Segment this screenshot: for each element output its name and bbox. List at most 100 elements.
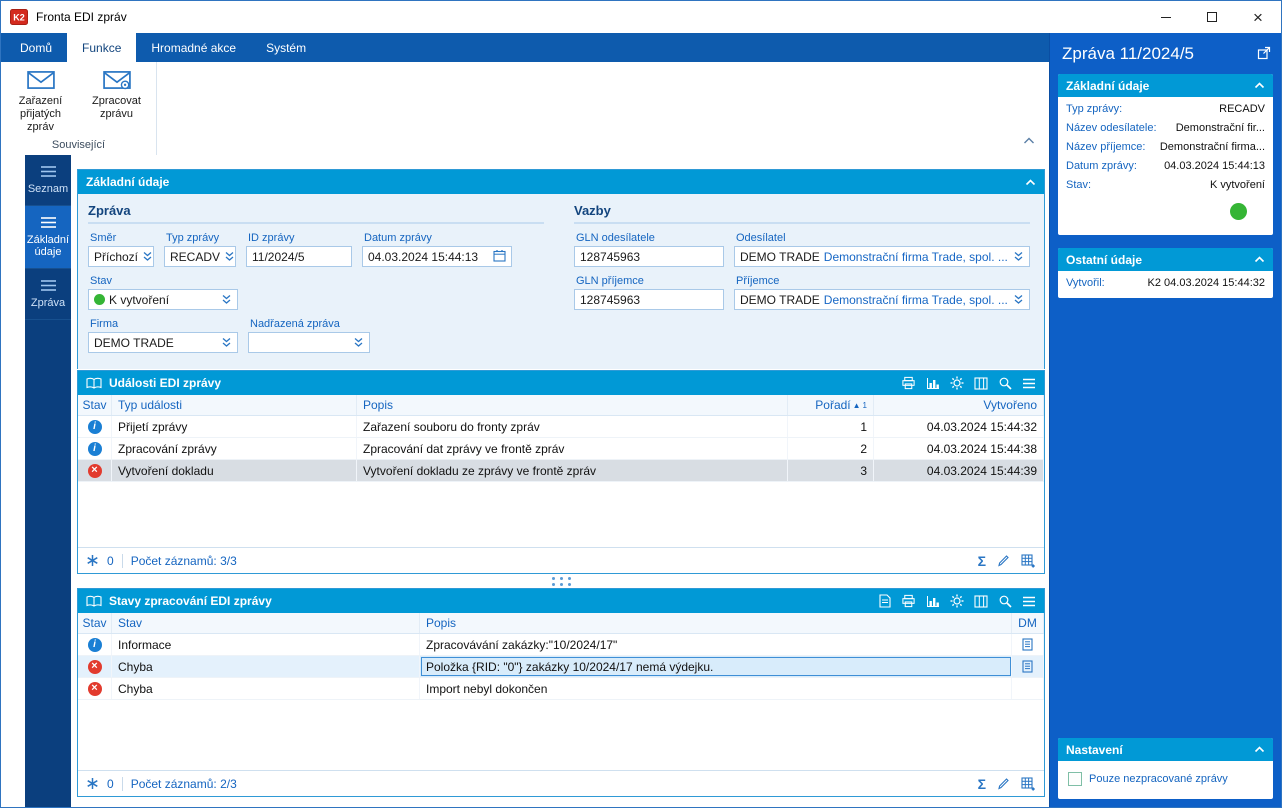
table-add-icon[interactable] [1021, 776, 1036, 791]
event-row-2[interactable]: i Zpracování zprávy Zpracování dat zpráv… [78, 438, 1044, 460]
column-header-poradi[interactable]: Pořadí ▲ 1 [788, 395, 874, 415]
collapse-basic-card-button[interactable] [1254, 82, 1265, 89]
events-empty-area [78, 482, 1044, 547]
column-header-stav[interactable]: Stav [78, 395, 112, 415]
datum-zpravy-input[interactable]: 04.03.2024 15:44:13 [362, 246, 512, 267]
app-icon: K2 [10, 9, 28, 25]
collapse-other-card-button[interactable] [1254, 256, 1265, 263]
odesilatel-combo[interactable]: DEMO TRADE Demonstrační firma Trade, spo… [734, 246, 1030, 267]
collapse-basic-panel-button[interactable] [1025, 178, 1036, 186]
states-footer: 0 Počet záznamů: 2/3 Σ [78, 770, 1044, 796]
nadrazena-zprava-combo[interactable] [248, 332, 370, 353]
edit-icon[interactable] [997, 777, 1010, 790]
zpracovat-zpravu-button[interactable]: Zpracovat zprávu [82, 65, 152, 137]
error-icon: × [87, 681, 102, 696]
tab-domu[interactable]: Domů [5, 33, 67, 62]
gln-odesilatele-input[interactable] [574, 246, 724, 267]
field-id-zpravy: ID zprávy [246, 232, 352, 267]
prijemce-combo[interactable]: DEMO TRADE Demonstrační firma Trade, spo… [734, 289, 1030, 310]
id-zpravy-input[interactable] [246, 246, 352, 267]
prijemce-link[interactable]: Demonstrační firma Trade, spol. ... [824, 293, 1008, 307]
smer-combo[interactable]: Příchozí [88, 246, 154, 267]
error-icon: × [87, 659, 102, 674]
typ-zpravy-combo[interactable]: RECADV [164, 246, 236, 267]
state-row-2-selected[interactable]: × Chyba Položka {RID: "0"} zakázky 10/20… [78, 656, 1044, 678]
state-row-1[interactable]: i Informace Zpracovávání zakázky:"10/202… [78, 634, 1044, 656]
column-header-stav[interactable]: Stav [112, 613, 420, 633]
ribbon: Zařazení přijatých zpráv Zpracovat zpráv… [1, 62, 1049, 155]
tab-funkce[interactable]: Funkce [67, 33, 137, 62]
table-add-icon[interactable] [1021, 553, 1036, 568]
gear-icon[interactable] [950, 376, 964, 390]
detail-row: Stav: K vytvoření [1066, 179, 1265, 191]
gln-prijemce-input[interactable] [574, 289, 724, 310]
column-header-popis[interactable]: Popis [420, 613, 1012, 633]
column-header-popis[interactable]: Popis [357, 395, 788, 415]
field-firma: Firma DEMO TRADE [88, 318, 238, 353]
events-panel: Události EDI zprávy Stav Typ události Po… [77, 370, 1045, 574]
events-panel-header: Události EDI zprávy [78, 371, 1044, 395]
odesilatel-link[interactable]: Demonstrační firma Trade, spol. ... [824, 250, 1008, 264]
dropdown-icon [143, 252, 152, 261]
close-button[interactable]: × [1235, 1, 1281, 33]
basic-panel: Základní údaje Zpráva Směr Příchozí Typ … [77, 169, 1045, 369]
settings-card: Nastavení Pouze nezpracované zprávy [1058, 738, 1273, 799]
sidebar-gutter [1, 155, 25, 807]
document-icon[interactable] [1022, 638, 1033, 651]
states-empty-area [78, 700, 1044, 770]
collapse-ribbon-button[interactable] [1023, 134, 1035, 148]
chart-icon[interactable] [926, 595, 940, 608]
open-in-window-button[interactable] [1257, 46, 1271, 63]
calendar-icon[interactable] [493, 249, 506, 265]
sum-icon[interactable]: Σ [978, 777, 986, 791]
document-icon[interactable] [1022, 660, 1033, 673]
info-icon: i [87, 637, 102, 652]
column-header-typ-udalosti[interactable]: Typ události [112, 395, 357, 415]
columns-icon[interactable] [974, 376, 988, 390]
maximize-button[interactable] [1189, 1, 1235, 33]
minimize-button[interactable] [1143, 1, 1189, 33]
panel-splitter[interactable] [77, 574, 1045, 588]
tab-system[interactable]: Systém [251, 33, 321, 62]
search-settings-icon[interactable] [998, 594, 1012, 608]
columns-icon[interactable] [974, 594, 988, 608]
main-content: Základní údaje Zpráva Směr Příchozí Typ … [71, 155, 1049, 807]
search-settings-icon[interactable] [998, 376, 1012, 390]
field-nadrazena-zprava: Nadřazená zpráva [248, 318, 370, 353]
column-header-vytvoreno[interactable]: Vytvořeno [874, 395, 1044, 415]
stav-combo[interactable]: K vytvoření [88, 289, 238, 310]
sidebar-item-zakladni-udaje[interactable]: Základní údaje [25, 205, 71, 269]
print-icon[interactable] [901, 594, 916, 608]
zarazeni-prijatych-zprav-button[interactable]: Zařazení přijatých zpráv [6, 65, 76, 137]
detail-basic-card: Základní údaje Typ zprávy: RECADV Název o… [1058, 74, 1273, 235]
event-row-1[interactable]: i Přijetí zprávy Zařazení souboru do fro… [78, 416, 1044, 438]
print-icon[interactable] [901, 376, 916, 390]
asterisk-icon[interactable] [86, 554, 99, 567]
column-header-dm[interactable]: DM [1012, 613, 1044, 633]
detail-row: Typ zprávy: RECADV [1066, 103, 1265, 115]
sum-icon[interactable]: Σ [978, 554, 986, 568]
menu-icon[interactable] [1022, 378, 1036, 389]
only-unprocessed-checkbox[interactable] [1068, 772, 1082, 786]
tab-hromadne-akce[interactable]: Hromadné akce [136, 33, 251, 62]
sidebar-item-zprava[interactable]: Zpráva [25, 269, 71, 320]
state-row-3[interactable]: × Chyba Import nebyl dokončen [78, 678, 1044, 700]
sidebar-item-seznam[interactable]: Seznam [25, 155, 71, 206]
chart-icon[interactable] [926, 377, 940, 390]
firma-combo[interactable]: DEMO TRADE [88, 332, 238, 353]
asterisk-icon[interactable] [86, 777, 99, 790]
event-row-3-selected[interactable]: × Vytvoření dokladu Vytvoření dokladu ze… [78, 460, 1044, 482]
envelope-gear-icon [102, 71, 131, 90]
detail-panel-title: Zpráva 11/2024/5 [1062, 44, 1194, 63]
book-icon [86, 377, 102, 389]
edit-icon[interactable] [997, 554, 1010, 567]
form-icon [40, 216, 56, 228]
menu-icon[interactable] [1022, 596, 1036, 607]
collapse-settings-card-button[interactable] [1254, 746, 1265, 753]
gear-icon[interactable] [950, 594, 964, 608]
events-footer: 0 Počet záznamů: 3/3 Σ [78, 547, 1044, 573]
new-document-icon[interactable] [879, 594, 891, 608]
column-header-stav-icon[interactable]: Stav [78, 613, 112, 633]
states-record-count: Počet záznamů: 2/3 [130, 776, 237, 791]
field-smer: Směr Příchozí [88, 232, 154, 267]
